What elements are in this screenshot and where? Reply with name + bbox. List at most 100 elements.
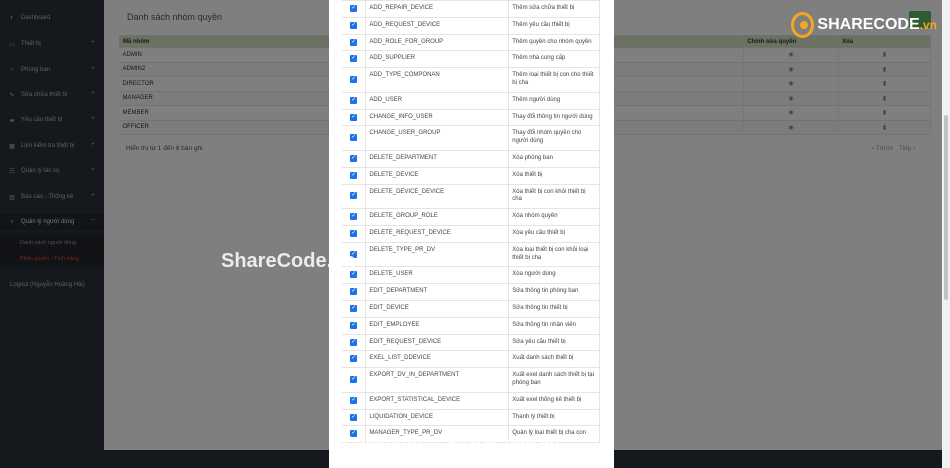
permission-checkbox[interactable]: ✓ bbox=[350, 21, 358, 29]
permission-modal: ✓ ADD_REPAIR_DEVICE Thêm sửa chữa thiết bị… bbox=[329, 0, 614, 468]
permission-checkbox[interactable]: ✓ bbox=[350, 229, 358, 237]
permission-code: ADD_REQUEST_DEVICE bbox=[365, 16, 510, 35]
permission-code: CHANGE_INFO_USER bbox=[365, 108, 510, 127]
watermark-center: ShareCode.vn bbox=[221, 250, 356, 272]
permission-desc: Xóa thiết bị con khỏi thiết bị cha bbox=[508, 183, 600, 210]
permission-code: EXEL_LIST_DDEVICE bbox=[365, 350, 510, 369]
permission-row: ✓ EDIT_DEVICE Sửa thông tin thiết bị bbox=[342, 299, 600, 318]
permission-code: DELETE_REQUEST_DEVICE bbox=[365, 224, 510, 243]
permission-row: ✓ DELETE_USER Xóa người dùng bbox=[342, 266, 600, 285]
permission-code: DELETE_TYPE_PR_DV bbox=[365, 241, 510, 268]
permission-checkbox[interactable]: ✓ bbox=[350, 376, 358, 384]
permission-row: ✓ EDIT_DEPARTMENT Sửa thông tin phòng ban bbox=[342, 283, 600, 301]
permission-checkbox[interactable]: ✓ bbox=[350, 96, 358, 104]
permission-desc: Thêm quyền cho nhóm quyền bbox=[508, 33, 600, 52]
permission-desc: Thêm yêu cầu thiết bị bbox=[508, 16, 600, 35]
permission-row: ✓ DELETE_DEVICE_DEVICE Xóa thiết bị con kh… bbox=[342, 183, 600, 210]
permission-checkbox[interactable]: ✓ bbox=[350, 171, 358, 179]
permission-code: DELETE_DEVICE bbox=[365, 166, 510, 185]
permission-checkbox[interactable]: ✓ bbox=[350, 5, 358, 12]
permission-code: EDIT_DEPARTMENT bbox=[365, 283, 510, 301]
permission-row: ✓ DELETE_GROUP_ROLE Xóa nhóm quyền bbox=[342, 208, 600, 226]
permission-desc: Thay đổi nhóm quyền cho người dùng bbox=[508, 125, 600, 151]
permission-row: ✓ EDIT_EMPLOYEE Sửa thông tin nhân viên bbox=[342, 316, 600, 335]
permission-row: ✓ ADD_ROLE_FOR_GROUP Thêm quyền cho nhóm q… bbox=[342, 33, 600, 52]
permission-code: DELETE_GROUP_ROLE bbox=[365, 208, 510, 226]
scrollbar-thumb[interactable] bbox=[944, 115, 948, 300]
permission-desc: Xuất exel thống kê thiết bị bbox=[508, 391, 600, 410]
permission-desc: Xóa yêu cầu thiết bị bbox=[508, 224, 600, 243]
permission-desc: Thêm loại thiết bị con cho thiết bị cha bbox=[508, 67, 600, 93]
permission-code: DELETE_USER bbox=[365, 266, 510, 285]
permission-row: ✓ EXPORT_DV_IN_DEPARTMENT Xuất exel danh s… bbox=[342, 367, 600, 393]
page-scrollbar[interactable] bbox=[942, 0, 950, 468]
permission-checkbox[interactable]: ✓ bbox=[350, 338, 358, 346]
permission-checkbox[interactable]: ✓ bbox=[350, 76, 358, 84]
permission-checkbox[interactable]: ✓ bbox=[350, 396, 358, 404]
permission-checkbox[interactable]: ✓ bbox=[350, 304, 358, 312]
permission-desc: Xóa nhóm quyền bbox=[508, 208, 600, 226]
permission-row: ✓ ADD_SUPPLIER Thêm nhà cung cấp bbox=[342, 50, 600, 69]
permission-code: DELETE_DEPARTMENT bbox=[365, 149, 510, 168]
permission-checkbox[interactable]: ✓ bbox=[350, 192, 358, 200]
permission-checkbox[interactable]: ✓ bbox=[350, 134, 358, 142]
sharecode-logo-icon bbox=[791, 12, 815, 38]
permission-code: ADD_SUPPLIER bbox=[365, 50, 510, 69]
permission-code: EXPORT_STATISTICAL_DEVICE bbox=[365, 391, 510, 410]
permission-code: DELETE_DEVICE_DEVICE bbox=[365, 183, 510, 210]
permission-row: ✓ EXPORT_STATISTICAL_DEVICE Xuất exel thốn… bbox=[342, 391, 600, 410]
permission-desc: Sửa thông tin nhân viên bbox=[508, 316, 600, 335]
permission-checkbox[interactable]: ✓ bbox=[350, 321, 358, 329]
permission-desc: Thêm người dùng bbox=[508, 91, 600, 110]
permission-row: ✓ LIQUIDATION_DEVICE Thanh lý thiết bị bbox=[342, 408, 600, 427]
permission-checkbox[interactable]: ✓ bbox=[350, 288, 358, 296]
permission-row: ✓ ADD_REPAIR_DEVICE Thêm sửa chữa thiết bị bbox=[342, 0, 600, 18]
logo-text: SHARECODE bbox=[817, 16, 920, 33]
sharecode-logo: SHARECODE.vn bbox=[791, 10, 937, 40]
permission-row: ✓ DELETE_DEVICE Xóa thiết bị bbox=[342, 166, 600, 185]
permission-row: ✓ EXEL_LIST_DDEVICE Xuất danh sách thiết b… bbox=[342, 350, 600, 369]
permission-checkbox[interactable]: ✓ bbox=[350, 213, 358, 221]
permission-desc: Sửa thông tin phòng ban bbox=[508, 283, 600, 301]
permission-code: ADD_TYPE_COMPONAN bbox=[365, 67, 510, 93]
permission-desc: Xuất danh sách thiết bị bbox=[508, 350, 600, 369]
permission-table: ✓ ADD_REPAIR_DEVICE Thêm sửa chữa thiết bị… bbox=[342, 0, 600, 444]
permission-code: ADD_REPAIR_DEVICE bbox=[365, 0, 510, 18]
permission-row: ✓ DELETE_REQUEST_DEVICE Xóa yêu cầu thiết … bbox=[342, 224, 600, 243]
permission-code: ADD_ROLE_FOR_GROUP bbox=[365, 33, 510, 52]
permission-row: ✓ DELETE_TYPE_PR_DV Xóa loại thiết bị con … bbox=[342, 241, 600, 268]
permission-code: LIQUIDATION_DEVICE bbox=[365, 408, 510, 427]
permission-code: EDIT_EMPLOYEE bbox=[365, 316, 510, 335]
permission-desc: Thêm nhà cung cấp bbox=[508, 50, 600, 69]
permission-checkbox[interactable]: ✓ bbox=[350, 38, 358, 46]
permission-code: EXPORT_DV_IN_DEPARTMENT bbox=[365, 367, 510, 393]
permission-checkbox[interactable]: ✓ bbox=[350, 355, 358, 363]
permission-desc: Xóa thiết bị bbox=[508, 166, 600, 185]
permission-row: ✓ CHANGE_INFO_USER Thay đổi thông tin ngườ… bbox=[342, 108, 600, 127]
permission-desc: Xóa loại thiết bị con khỏi loại thiết bị… bbox=[508, 241, 600, 268]
permission-desc: Thay đổi thông tin người dùng bbox=[508, 108, 600, 127]
permission-desc: Xóa phòng ban bbox=[508, 149, 600, 168]
permission-desc: Xóa người dùng bbox=[508, 266, 600, 285]
permission-row: ✓ CHANGE_USER_GROUP Thay đổi nhóm quyền ch… bbox=[342, 125, 600, 151]
permission-code: CHANGE_USER_GROUP bbox=[365, 125, 510, 151]
permission-row: ✓ ADD_REQUEST_DEVICE Thêm yêu cầu thiết bị bbox=[342, 16, 600, 35]
permission-desc: Sửa yêu cầu thiết bị bbox=[508, 333, 600, 352]
permission-checkbox[interactable]: ✓ bbox=[350, 154, 358, 162]
permission-desc: Xuất exel danh sách thiết bị tại phòng b… bbox=[508, 367, 600, 393]
permission-checkbox[interactable]: ✓ bbox=[350, 55, 358, 63]
permission-row: ✓ ADD_TYPE_COMPONAN Thêm loại thiết bị con… bbox=[342, 67, 600, 93]
permission-checkbox[interactable]: ✓ bbox=[350, 413, 358, 421]
permission-checkbox[interactable]: ✓ bbox=[350, 113, 358, 121]
permission-code: ADD_USER bbox=[365, 91, 510, 110]
logo-tld: .vn bbox=[919, 18, 937, 32]
permission-desc: Sửa thông tin thiết bị bbox=[508, 299, 600, 318]
permission-row: ✓ ADD_USER Thêm người dùng bbox=[342, 91, 600, 110]
permission-row: ✓ DELETE_DEPARTMENT Xóa phòng ban bbox=[342, 149, 600, 168]
permission-code: EDIT_DEVICE bbox=[365, 299, 510, 318]
watermark-copyright: Copyright © ShareCode.vn bbox=[343, 433, 560, 452]
permission-row: ✓ EDIT_REQUEST_DEVICE Sửa yêu cầu thiết bị bbox=[342, 333, 600, 352]
permission-code: EDIT_REQUEST_DEVICE bbox=[365, 333, 510, 352]
permission-desc: Thêm sửa chữa thiết bị bbox=[508, 0, 600, 18]
permission-desc: Thanh lý thiết bị bbox=[508, 408, 600, 427]
